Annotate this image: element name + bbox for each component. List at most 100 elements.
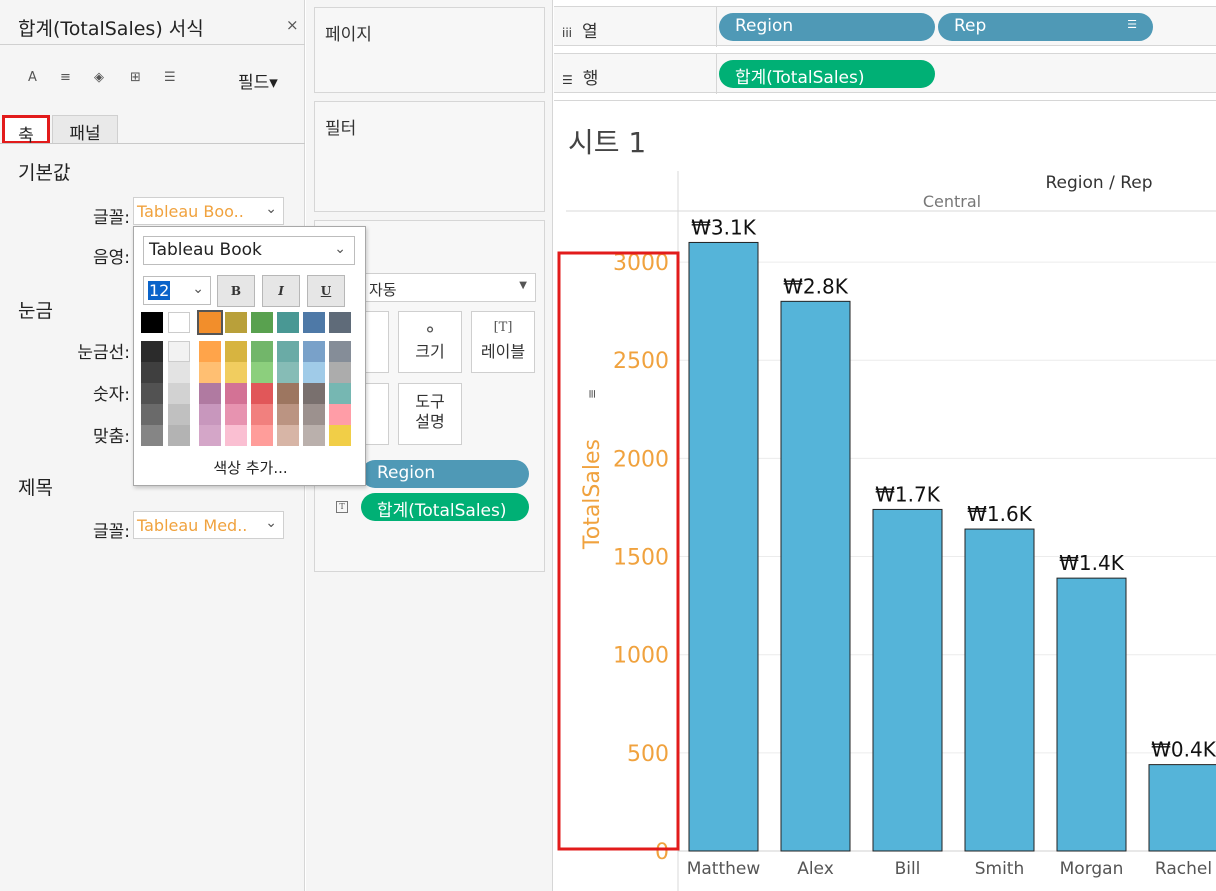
color-swatch[interactable]: [303, 341, 325, 362]
y-tick-label: 500: [627, 742, 669, 767]
color-swatch[interactable]: [303, 404, 325, 425]
popup-font-select[interactable]: Tableau Book ⌄: [143, 236, 355, 265]
label-button[interactable]: [T] 레이블: [471, 311, 535, 373]
font-select[interactable]: Tableau Boo.. ⌄: [133, 197, 284, 225]
color-swatch[interactable]: [251, 404, 273, 425]
tooltip-button-label: 도구: [415, 392, 445, 411]
y-tick-label: 3000: [613, 251, 669, 276]
color-swatch[interactable]: [251, 341, 273, 362]
marks-total-pill[interactable]: 합계(TotalSales): [361, 493, 529, 521]
rows-total-pill[interactable]: 합계(TotalSales): [719, 60, 935, 88]
viz-area: 시트 1 Region / Rep Central 0 500 1000 1500 2000…: [554, 100, 1216, 891]
color-swatch[interactable]: [329, 404, 351, 425]
color-swatch[interactable]: [199, 404, 221, 425]
color-swatch[interactable]: [329, 341, 351, 362]
color-swatch[interactable]: [168, 312, 190, 333]
tab-axis[interactable]: 축: [2, 115, 50, 146]
color-swatch[interactable]: [251, 362, 273, 383]
color-swatch[interactable]: [303, 425, 325, 446]
tooltip-button[interactable]: 도구 설명: [398, 383, 462, 445]
color-swatch[interactable]: [199, 383, 221, 404]
color-swatch[interactable]: [225, 404, 247, 425]
field-dropdown[interactable]: 필드▾: [238, 68, 278, 93]
title-font-select[interactable]: Tableau Med.. ⌄: [133, 511, 284, 539]
title-font-select-value: Tableau Med..: [137, 516, 248, 535]
data-label: ₩3.1K: [691, 215, 757, 239]
y-tick-label: 2500: [613, 349, 669, 374]
color-swatch[interactable]: [225, 383, 247, 404]
color-swatch[interactable]: [303, 312, 325, 333]
color-swatch[interactable]: [277, 425, 299, 446]
columns-shelf: iii 열 Region Rep ☰: [554, 6, 1216, 47]
color-swatch[interactable]: [277, 312, 299, 333]
color-swatch[interactable]: [251, 383, 273, 404]
pages-card[interactable]: 페이지: [314, 7, 545, 93]
bar: [1148, 764, 1216, 852]
color-swatch[interactable]: [277, 383, 299, 404]
shading-label: 음영:: [92, 248, 130, 268]
color-swatch[interactable]: [199, 425, 221, 446]
x-tick-label: Rachel: [1155, 859, 1212, 879]
font-size-select[interactable]: 12 ⌄: [143, 276, 211, 305]
borders-format-icon[interactable]: ⊞: [130, 70, 141, 85]
caret-down-icon: ▼: [519, 280, 527, 291]
color-swatch[interactable]: [141, 312, 163, 333]
color-swatch[interactable]: [168, 404, 190, 425]
x-tick-label: Smith: [975, 859, 1025, 879]
color-swatch[interactable]: [141, 383, 163, 404]
size-button-label: 크기: [415, 342, 445, 361]
lines-format-icon[interactable]: ☰: [164, 70, 176, 85]
filters-card[interactable]: 필터: [314, 101, 545, 212]
color-swatch[interactable]: [303, 383, 325, 404]
columns-region-pill[interactable]: Region: [719, 13, 935, 41]
add-color-link[interactable]: 색상 추가...: [134, 457, 367, 478]
default-section-heading: 기본값: [18, 162, 71, 184]
size-button[interactable]: ⚬ 크기: [398, 311, 462, 373]
color-swatch[interactable]: [168, 425, 190, 446]
font-format-icon[interactable]: A: [28, 70, 37, 85]
columns-rep-pill[interactable]: Rep ☰: [938, 13, 1153, 41]
chevron-down-icon: ⌄: [265, 201, 277, 217]
alignment-format-icon[interactable]: ≡: [60, 70, 71, 85]
close-icon[interactable]: ×: [286, 16, 299, 34]
color-swatch[interactable]: [168, 362, 190, 383]
color-swatch[interactable]: [251, 425, 273, 446]
color-swatch[interactable]: [141, 341, 163, 362]
title-font-label: 글꼴:: [92, 522, 130, 542]
color-swatch[interactable]: [303, 362, 325, 383]
color-swatch[interactable]: [277, 341, 299, 362]
color-swatch[interactable]: [199, 362, 221, 383]
color-swatch[interactable]: [197, 310, 223, 335]
color-swatch[interactable]: [225, 362, 247, 383]
color-swatch[interactable]: [329, 425, 351, 446]
italic-button[interactable]: I: [262, 275, 300, 307]
color-swatch[interactable]: [141, 404, 163, 425]
y-tick-label: 1500: [613, 546, 669, 571]
tab-pane[interactable]: 패널: [52, 115, 118, 144]
divider: [0, 44, 305, 45]
marks-type-select[interactable]: 자동 ▼: [360, 273, 536, 302]
data-label: ₩1.7K: [875, 482, 941, 506]
color-swatch[interactable]: [225, 341, 247, 362]
color-swatch[interactable]: [199, 341, 221, 362]
color-swatch[interactable]: [141, 362, 163, 383]
shading-format-icon[interactable]: ◈: [94, 70, 104, 85]
color-swatch[interactable]: [329, 362, 351, 383]
bold-button[interactable]: B: [217, 275, 255, 307]
marks-type-value: 자동: [369, 281, 397, 299]
color-swatch[interactable]: [277, 362, 299, 383]
color-swatch[interactable]: [168, 383, 190, 404]
color-swatch[interactable]: [225, 312, 247, 333]
color-swatch[interactable]: [329, 312, 351, 333]
alignment-label: 맞춤:: [92, 427, 130, 447]
color-swatch[interactable]: [251, 312, 273, 333]
color-swatch[interactable]: [277, 404, 299, 425]
color-swatch[interactable]: [141, 425, 163, 446]
color-swatch[interactable]: [225, 425, 247, 446]
underline-button[interactable]: U: [307, 275, 345, 307]
y-tick-label: 0: [655, 840, 669, 865]
data-label: ₩2.8K: [783, 274, 849, 298]
marks-region-pill[interactable]: Region: [361, 460, 529, 488]
color-swatch[interactable]: [329, 383, 351, 404]
color-swatch[interactable]: [168, 341, 190, 362]
